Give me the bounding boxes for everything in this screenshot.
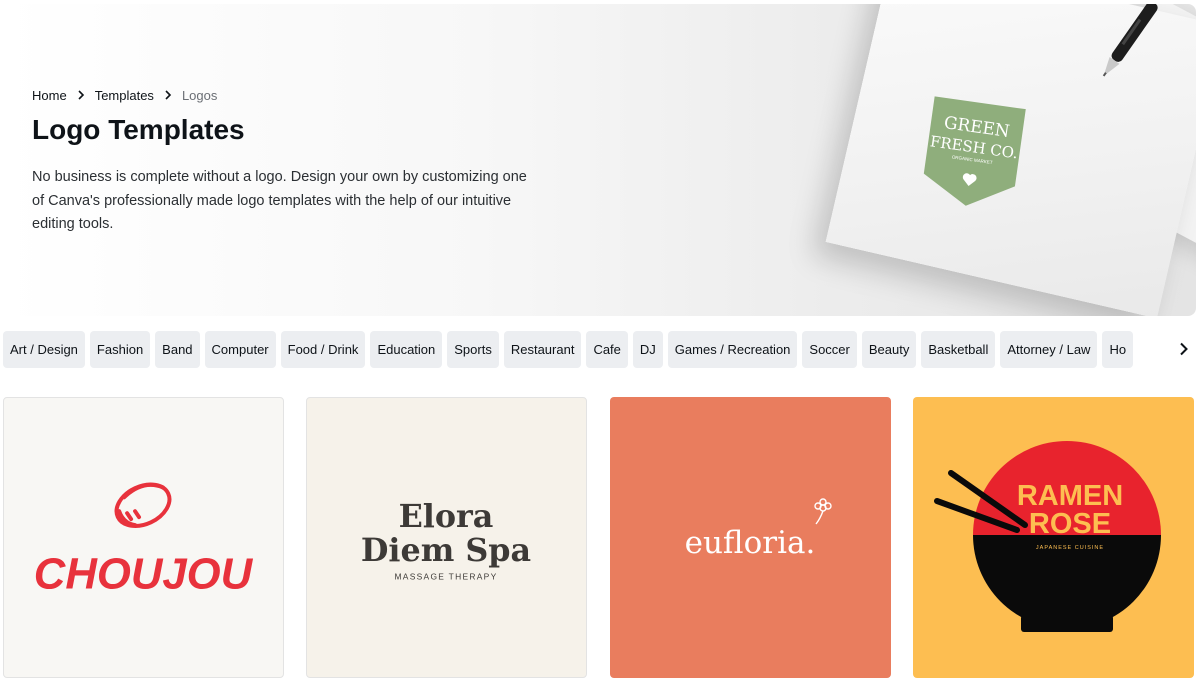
flower-icon (814, 498, 832, 525)
category-chip-sports[interactable]: Sports (447, 331, 499, 368)
category-chip-computer[interactable]: Computer (204, 331, 276, 368)
category-chip-ho[interactable]: Ho (1102, 331, 1134, 368)
category-chip-list: Art / Design Fashion Band Computer Food / Dr… (3, 331, 1175, 368)
category-chip-education[interactable]: Education (370, 331, 443, 368)
pen-decoration (1102, 4, 1158, 77)
page-title: Logo Templates (32, 114, 245, 145)
template-eufloria-wordmark: eufloria. (685, 525, 816, 561)
category-chip-basketball[interactable]: Basketball (921, 331, 996, 368)
template-card-eufloria[interactable]: eufloria. (610, 397, 891, 678)
category-chip-attorney-law[interactable]: Attorney / Law (1000, 331, 1098, 368)
template-card-choujou[interactable]: CHOUJOU (3, 397, 284, 678)
template-elora-line2: Diem Spa (361, 532, 531, 569)
category-chip-fashion[interactable]: Fashion (89, 331, 151, 368)
category-chip-cafe[interactable]: Cafe (586, 331, 628, 368)
category-chip-band[interactable]: Band (155, 331, 200, 368)
category-chip-beauty[interactable]: Beauty (861, 331, 917, 368)
template-card-ramen-rose[interactable]: RAMEN ROSE JAPANESE CUISINE (913, 397, 1194, 678)
template-choujou-wordmark: CHOUJOU (34, 550, 254, 599)
green-fresh-logo: GREEN FRESH CO. ORGANIC MARKET (923, 96, 1026, 206)
breadcrumb: Home Templates Logos (32, 88, 217, 103)
category-chip-soccer[interactable]: Soccer (802, 331, 857, 368)
template-card-elora-diem-spa[interactable]: Elora Diem Spa MASSAGE THERAPY (306, 397, 587, 678)
hero-banner: GREEN FRESH CO. ORGANIC MARKET Home Temp… (3, 4, 1196, 316)
chevron-right-icon (154, 88, 182, 103)
chevron-right-icon (1180, 342, 1188, 356)
chevron-right-icon (67, 88, 95, 103)
breadcrumb-home-link[interactable]: Home (32, 88, 67, 103)
category-chip-dj[interactable]: DJ (632, 331, 663, 368)
sushi-icon (114, 482, 172, 528)
chip-scroll-next-button[interactable] (1172, 337, 1196, 361)
template-elora-line1: Elora (399, 498, 494, 535)
category-chip-food-drink[interactable]: Food / Drink (280, 331, 366, 368)
category-chip-restaurant[interactable]: Restaurant (503, 331, 582, 368)
breadcrumb-current: Logos (181, 88, 218, 103)
breadcrumb-templates-link[interactable]: Templates (95, 88, 154, 103)
template-elora-subtitle: MASSAGE THERAPY (395, 572, 498, 582)
template-ramen-line2: ROSE (1029, 508, 1111, 540)
page-description: No business is complete without a logo. … (32, 169, 527, 232)
template-ramen-subtitle: JAPANESE CUISINE (1036, 545, 1104, 551)
category-chip-art-design[interactable]: Art / Design (3, 331, 85, 368)
category-chip-games-recreation[interactable]: Games / Recreation (667, 331, 798, 368)
